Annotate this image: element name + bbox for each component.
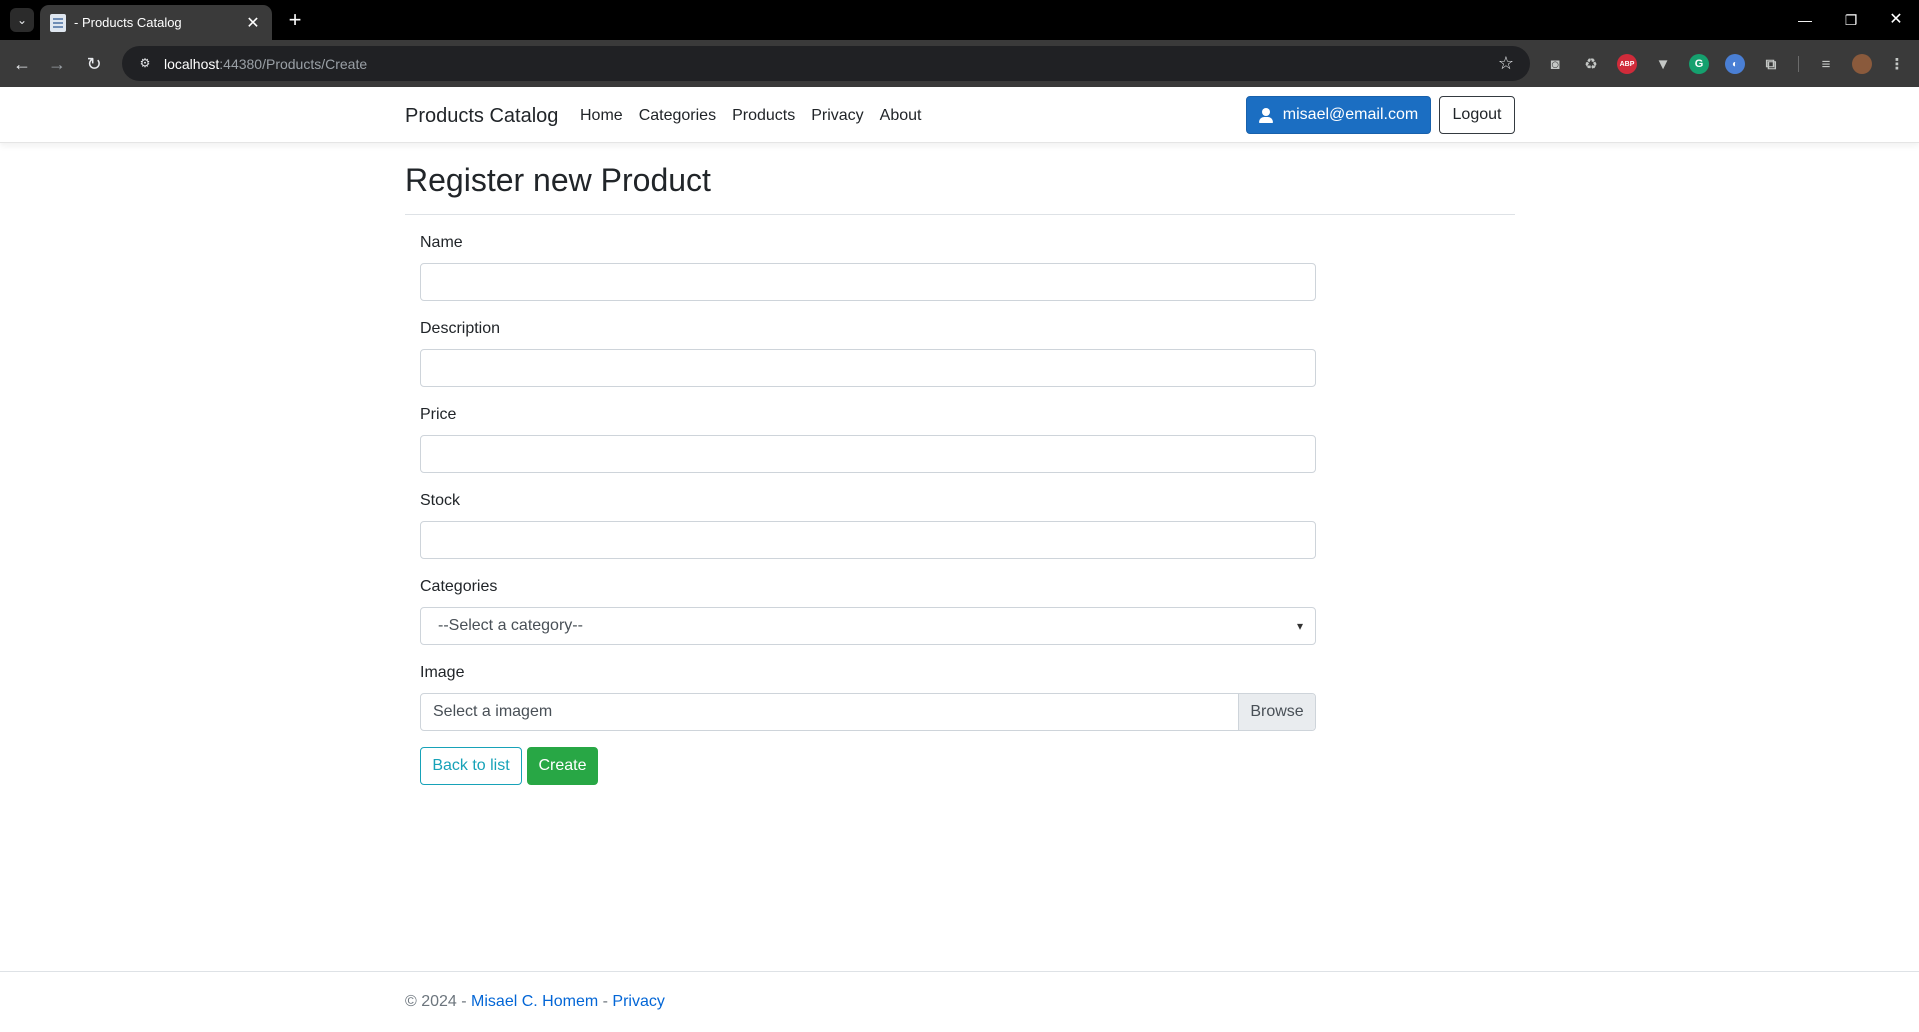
image-label: Image bbox=[420, 664, 465, 681]
blue-extension-icon[interactable]: ◐ bbox=[1725, 54, 1745, 74]
create-button[interactable]: Create bbox=[527, 747, 598, 785]
site-info-icon[interactable]: ⚙ bbox=[136, 56, 154, 72]
nav-privacy[interactable]: Privacy bbox=[811, 107, 863, 125]
chevron-down-icon: ▾ bbox=[1296, 619, 1303, 633]
category-select[interactable]: --Select a category-- ▾ bbox=[420, 607, 1316, 645]
adblock-extension-icon[interactable]: ABP bbox=[1617, 54, 1637, 74]
address-bar[interactable]: ⚙ localhost:44380/Products/Create ☆ bbox=[122, 46, 1530, 81]
restore-icon[interactable]: ❐ bbox=[1839, 8, 1863, 32]
nav-about[interactable]: About bbox=[880, 107, 922, 125]
category-selected-value: --Select a category-- bbox=[438, 617, 583, 634]
forward-arrow-icon[interactable]: → bbox=[45, 52, 69, 76]
footer-separator: - bbox=[598, 993, 613, 1010]
tab-close-icon[interactable]: ✕ bbox=[244, 13, 262, 33]
media-queue-icon[interactable]: ≡ bbox=[1816, 54, 1836, 74]
footer-copyright: © 2024 - bbox=[405, 993, 472, 1010]
main-nav: Home Categories Products Privacy About bbox=[580, 107, 921, 125]
site-navbar: Products Catalog Home Categories Product… bbox=[0, 87, 1919, 143]
new-tab-icon[interactable]: + bbox=[283, 8, 307, 32]
footer-divider bbox=[0, 971, 1919, 972]
vee-extension-icon[interactable]: ▼ bbox=[1653, 54, 1673, 74]
user-icon bbox=[1258, 107, 1273, 123]
page-title: Register new Product bbox=[405, 162, 711, 198]
browse-button[interactable]: Browse bbox=[1238, 694, 1315, 730]
footer-author-link[interactable]: Misael C. Homem bbox=[471, 993, 598, 1010]
description-input[interactable] bbox=[420, 349, 1316, 387]
logout-button[interactable]: Logout bbox=[1439, 96, 1515, 134]
camera-extension-icon[interactable]: ◙ bbox=[1545, 54, 1565, 74]
site-footer: © 2024 - Misael C. Homem - Privacy bbox=[405, 993, 665, 1011]
brand-link[interactable]: Products Catalog bbox=[405, 105, 558, 128]
tab-search-icon[interactable]: ⌄ bbox=[10, 8, 34, 32]
name-label: Name bbox=[420, 234, 463, 251]
user-email: misael@email.com bbox=[1282, 106, 1419, 123]
profile-avatar[interactable] bbox=[1852, 54, 1872, 74]
tab-title: - Products Catalog bbox=[74, 15, 182, 30]
stock-input[interactable] bbox=[420, 521, 1316, 559]
browser-toolbar: ← → ↻ ⚙ localhost:44380/Products/Create … bbox=[0, 40, 1919, 87]
user-account-button[interactable]: misael@email.com bbox=[1246, 96, 1431, 134]
minimize-icon[interactable]: — bbox=[1793, 8, 1817, 32]
browser-tab[interactable]: - Products Catalog ✕ bbox=[40, 5, 272, 40]
back-arrow-icon[interactable]: ← bbox=[10, 52, 34, 76]
toolbar-divider bbox=[1798, 56, 1799, 72]
categories-label: Categories bbox=[420, 578, 498, 595]
browser-menu-icon[interactable]: ⋮ bbox=[1887, 54, 1907, 74]
recycle-extension-icon[interactable]: ♻ bbox=[1581, 54, 1601, 74]
price-label: Price bbox=[420, 406, 457, 423]
image-file-placeholder: Select a imagem bbox=[433, 703, 553, 720]
name-input[interactable] bbox=[420, 263, 1316, 301]
browser-tab-strip: ⌄ - Products Catalog ✕ + — ❐ ✕ bbox=[0, 0, 1919, 40]
url-host: localhost bbox=[164, 55, 220, 72]
bookmark-star-icon[interactable]: ☆ bbox=[1498, 53, 1514, 74]
price-input[interactable] bbox=[420, 435, 1316, 473]
description-label: Description bbox=[420, 320, 501, 337]
reload-icon[interactable]: ↻ bbox=[82, 52, 106, 76]
stock-label: Stock bbox=[420, 492, 461, 509]
nav-categories[interactable]: Categories bbox=[639, 107, 716, 125]
page-favicon-icon bbox=[50, 13, 66, 32]
title-divider bbox=[405, 214, 1515, 215]
grammarly-extension-icon[interactable]: G bbox=[1689, 54, 1709, 74]
nav-home[interactable]: Home bbox=[580, 107, 623, 125]
nav-products[interactable]: Products bbox=[732, 107, 795, 125]
footer-privacy-link[interactable]: Privacy bbox=[612, 993, 664, 1010]
image-file-input[interactable]: Select a imagem Browse bbox=[420, 693, 1316, 731]
back-to-list-button[interactable]: Back to list bbox=[420, 747, 522, 785]
window-close-icon[interactable]: ✕ bbox=[1884, 8, 1908, 32]
extensions-puzzle-icon[interactable]: ⧉ bbox=[1761, 54, 1781, 74]
url-path: :44380/Products/Create bbox=[219, 55, 368, 72]
